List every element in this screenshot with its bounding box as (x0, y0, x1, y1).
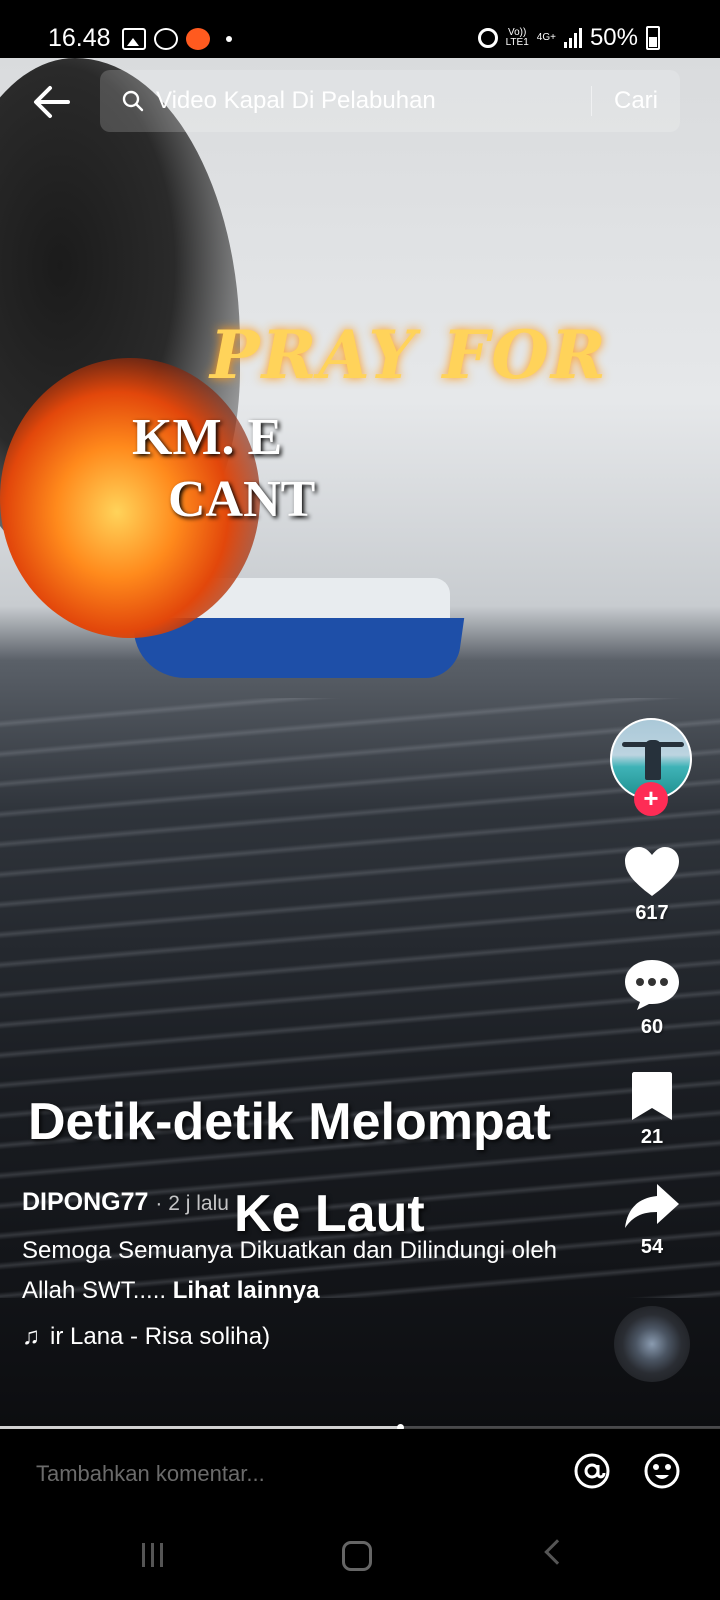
recent-apps-icon[interactable] (142, 1543, 163, 1567)
music-title: ir Lana - Risa soliha) (50, 1323, 271, 1350)
see-more-link[interactable]: Lihat lainnya (173, 1277, 320, 1304)
search-icon (122, 90, 144, 112)
network-indicator: 4G+ (536, 32, 556, 43)
status-notification-icons (122, 28, 232, 50)
post-time: · 2 j lalu (155, 1192, 229, 1215)
like-button[interactable]: 617 (610, 846, 694, 925)
video-text-pray: PRAY FOR (210, 316, 608, 394)
video-caption-line2: Ke Laut (234, 1185, 425, 1243)
system-nav-bar (0, 1517, 720, 1600)
nav-back-icon[interactable] (544, 1539, 570, 1565)
video-text-ship-line1: KM. E (132, 409, 283, 466)
search-input[interactable]: Video Kapal Di Pelabuhan (156, 87, 591, 115)
volte-indicator: Vo)) LTE1 (505, 27, 529, 48)
gallery-icon (122, 28, 146, 50)
comment-input[interactable]: Tambahkan komentar... (36, 1461, 265, 1487)
share-count: 54 (640, 1236, 664, 1258)
status-time: 16.48 (48, 24, 111, 52)
comment-button[interactable]: 60 (610, 958, 694, 1039)
music-disc[interactable] (614, 1306, 690, 1382)
comment-count: 60 (640, 1016, 664, 1038)
search-bar[interactable]: Video Kapal Di Pelabuhan Cari (100, 70, 680, 132)
whatsapp-icon (154, 28, 178, 50)
signal-icon (563, 28, 582, 48)
dot-icon (226, 36, 232, 42)
emoji-icon[interactable] (642, 1451, 682, 1491)
app-notification-icon (186, 28, 210, 50)
save-count: 21 (640, 1126, 664, 1148)
video-text-ship-line2: CANT (168, 471, 316, 528)
mention-icon[interactable] (572, 1451, 612, 1491)
status-system-icons: Vo)) LTE1 4G+ 50% (477, 24, 660, 52)
search-button[interactable]: Cari (592, 87, 680, 115)
bookmark-icon (632, 1072, 672, 1120)
music-row[interactable]: ♫ ir Lana - Risa soliha) (22, 1323, 582, 1351)
heart-icon (625, 847, 679, 896)
follow-plus-button[interactable]: + (634, 782, 668, 816)
comment-bar: Tambahkan komentar... (0, 1429, 720, 1517)
username[interactable]: DIPONG77 (22, 1188, 148, 1216)
share-icon (625, 1184, 679, 1228)
status-bar: 16.48 Vo)) LTE1 4G+ 50% (0, 0, 720, 58)
like-count: 617 (635, 902, 669, 924)
share-button[interactable]: 54 (610, 1182, 694, 1259)
battery-percent: 50% (589, 24, 638, 51)
battery-icon (646, 26, 660, 50)
back-arrow-icon[interactable] (30, 82, 74, 122)
alarm-icon (477, 28, 498, 48)
video-caption-line1: Detik-detik Melompat (28, 1093, 551, 1151)
music-note-icon: ♫ (22, 1323, 40, 1350)
action-column: + 617 60 21 54 (610, 718, 694, 1258)
bookmark-button[interactable]: 21 (610, 1070, 694, 1149)
comment-icon (625, 960, 679, 1010)
home-icon[interactable] (342, 1541, 372, 1571)
